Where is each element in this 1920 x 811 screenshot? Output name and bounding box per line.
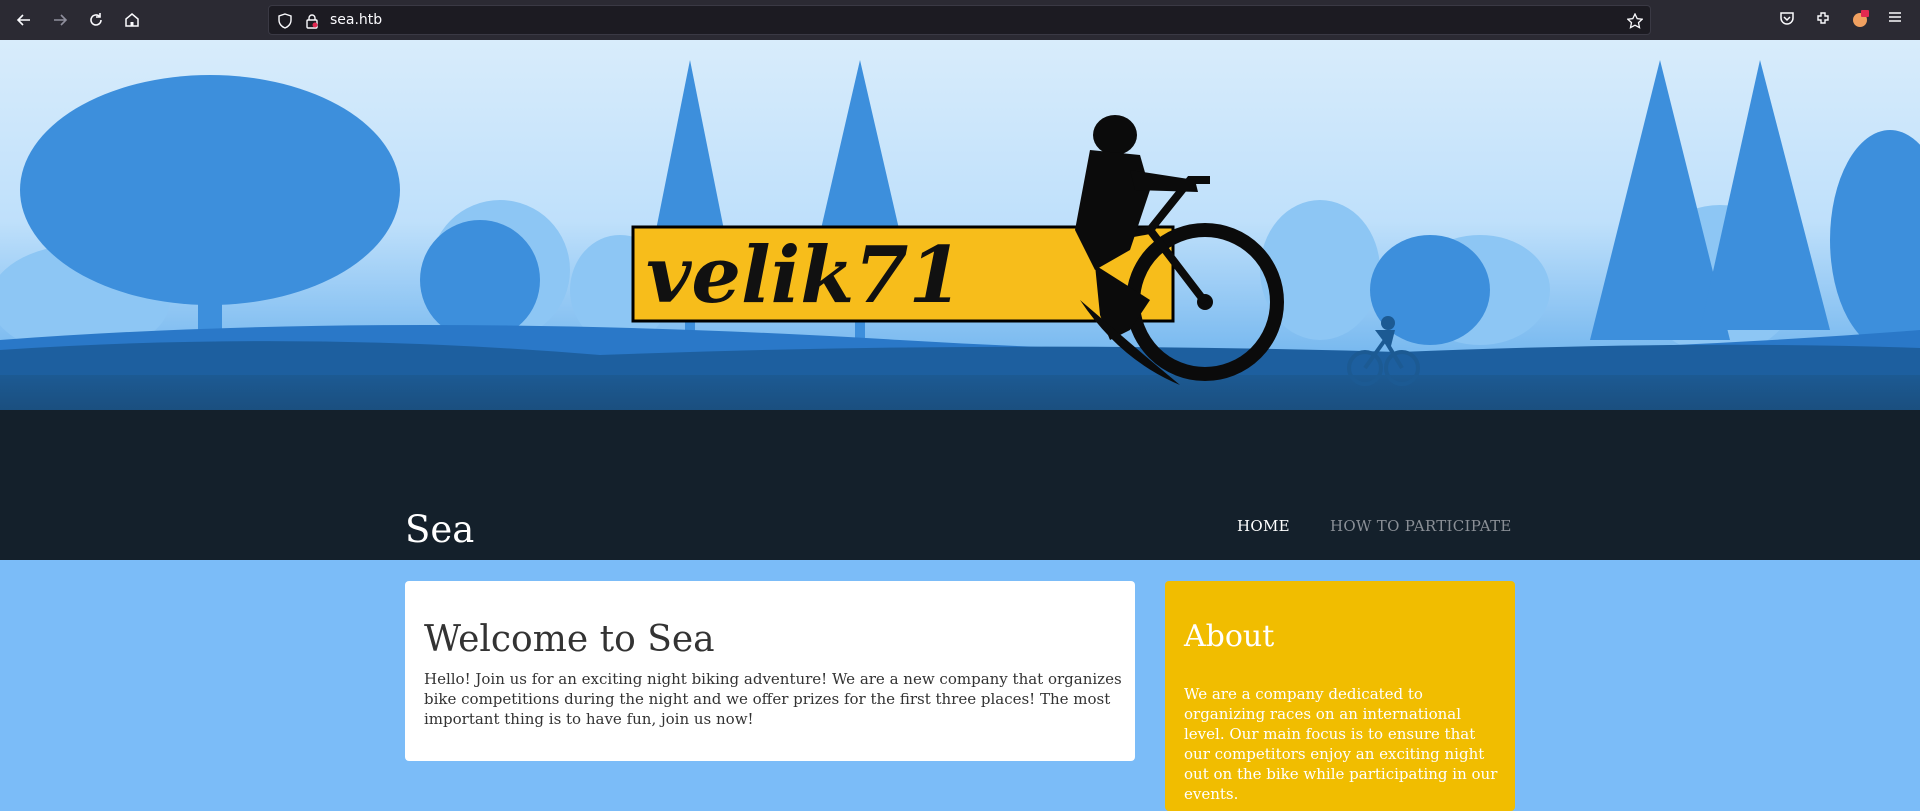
about-text: We are a company dedicated to organizing… [1184, 685, 1498, 803]
nav-how-to-participate-link[interactable]: HOW TO PARTICIPATE [1330, 517, 1512, 535]
hero-banner: velik71 [0, 40, 1920, 560]
pocket-icon[interactable] [1778, 9, 1796, 31]
menu-icon[interactable] [1887, 9, 1903, 29]
welcome-card: Welcome to Sea Hello! Join us for an exc… [405, 581, 1135, 761]
address-bar[interactable]: sea.htb [268, 5, 1651, 35]
nav-home-link[interactable]: HOME [1237, 517, 1290, 535]
welcome-text: Hello! Join us for an exciting night bik… [424, 670, 1122, 728]
welcome-heading: Welcome to Sea [424, 619, 715, 660]
url-text: sea.htb [330, 12, 383, 28]
site-title[interactable]: Sea [405, 508, 474, 551]
forward-icon[interactable] [48, 8, 72, 32]
shield-icon[interactable] [277, 13, 293, 33]
svg-text:velik71: velik71 [646, 230, 963, 321]
browser-toolbar: sea.htb [0, 0, 1920, 40]
extensions-icon[interactable] [1814, 9, 1832, 31]
bookmark-star-icon[interactable] [1626, 12, 1644, 33]
lock-icon[interactable] [305, 13, 319, 33]
about-heading: About [1184, 619, 1275, 654]
home-icon[interactable] [120, 8, 144, 32]
about-card: About We are a company dedicated to orga… [1165, 581, 1515, 811]
reload-icon[interactable] [84, 8, 108, 32]
back-icon[interactable] [12, 8, 36, 32]
profile-icon[interactable] [1850, 9, 1870, 33]
